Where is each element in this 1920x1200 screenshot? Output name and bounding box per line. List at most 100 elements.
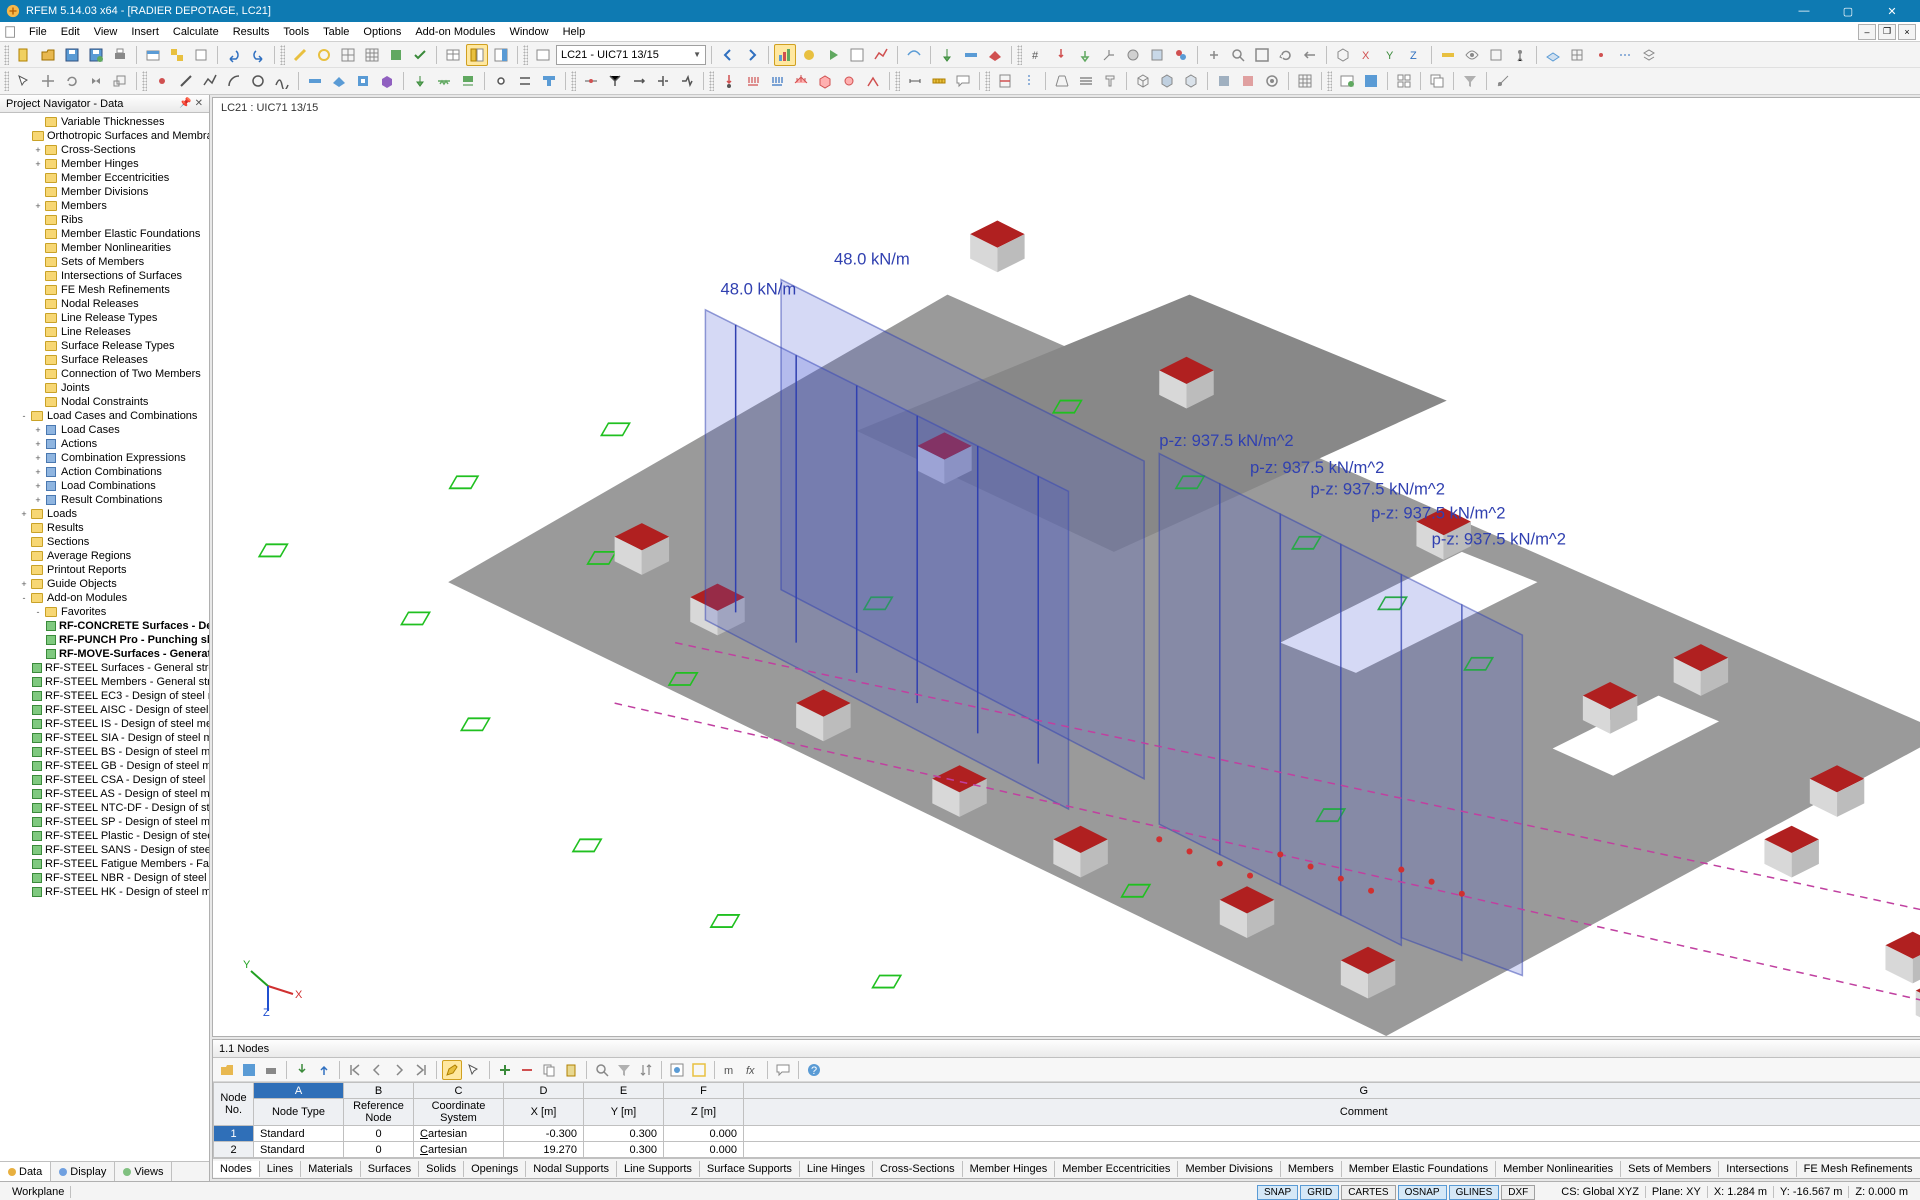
menu-edit[interactable]: Edit [54, 24, 87, 40]
deformation-button[interactable] [903, 44, 925, 66]
select-button[interactable] [13, 70, 35, 92]
expand-icon[interactable]: + [32, 467, 44, 477]
table-find-button[interactable] [592, 1060, 612, 1080]
new-rib-button[interactable] [538, 70, 560, 92]
status-toggle-snap[interactable]: SNAP [1257, 1185, 1298, 1200]
tree-item[interactable]: Member Divisions [0, 185, 209, 199]
tree-item[interactable]: Variable Thicknesses [0, 115, 209, 129]
table-tab[interactable]: Cross-Sections [873, 1161, 963, 1177]
tree-item[interactable]: RF-STEEL Plastic - Design of steel memb [0, 829, 209, 843]
tree-item[interactable]: FE Mesh Refinements [0, 283, 209, 297]
menu-tools[interactable]: Tools [276, 24, 316, 40]
col-letter-g[interactable]: G [744, 1083, 1920, 1099]
camera-fly-button[interactable] [1492, 70, 1514, 92]
fe-mesh-display-button[interactable] [1294, 70, 1316, 92]
table-prev-button[interactable] [367, 1060, 387, 1080]
cell-comment[interactable] [744, 1126, 1920, 1142]
table-tab[interactable]: Member Divisions [1178, 1161, 1280, 1177]
table-row[interactable]: 2 Standard 0 Cartesian 19.270 0.300 0.00… [214, 1142, 1920, 1158]
col-reference-node[interactable]: ReferenceNode [344, 1099, 414, 1126]
cross-section-outline-button[interactable] [1099, 70, 1121, 92]
menu-view[interactable]: View [87, 24, 125, 40]
loadcase-dialog-button[interactable] [532, 44, 554, 66]
tree-item[interactable]: Sections [0, 535, 209, 549]
show-panel-button[interactable] [490, 44, 512, 66]
expand-icon[interactable]: + [32, 439, 44, 449]
fe-mesh-settings-button[interactable] [337, 44, 359, 66]
view-z-button[interactable]: Z [1404, 44, 1426, 66]
new-member-load-button[interactable] [766, 70, 788, 92]
redo-button[interactable] [247, 44, 269, 66]
table-tab[interactable]: Member Nonlinearities [1496, 1161, 1621, 1177]
status-toggle-cartes[interactable]: CARTES [1341, 1185, 1395, 1200]
prev-loadcase-button[interactable] [717, 44, 739, 66]
show-navigator-button[interactable] [466, 44, 488, 66]
toolbar-grip[interactable] [895, 71, 900, 91]
table-print-button[interactable] [261, 1060, 281, 1080]
tree-item[interactable]: Results [0, 521, 209, 535]
transparency-button[interactable] [1146, 44, 1168, 66]
tree-item[interactable]: RF-CONCRETE Surfaces - Design of [0, 619, 209, 633]
mdi-minimize-button[interactable]: – [1858, 24, 1876, 40]
table-help-button[interactable]: ? [804, 1060, 824, 1080]
colors-button[interactable] [1170, 44, 1192, 66]
expand-icon[interactable]: + [18, 509, 30, 519]
navigator-tree[interactable]: Variable ThicknessesOrthotropic Surfaces… [0, 113, 209, 1161]
toolbar-grip[interactable] [4, 45, 9, 65]
tree-item[interactable]: RF-MOVE-Surfaces - Generation of [0, 647, 209, 661]
display-properties-button[interactable] [1261, 70, 1283, 92]
row-number[interactable]: 1 [214, 1126, 254, 1142]
tree-item[interactable]: RF-STEEL Surfaces - General stress analy [0, 661, 209, 675]
toolbar-grip[interactable] [523, 45, 528, 65]
calculate-button[interactable] [289, 44, 311, 66]
solid-transparent-button[interactable] [1180, 70, 1202, 92]
new-node-button[interactable] [151, 70, 173, 92]
expand-icon[interactable]: + [32, 159, 44, 169]
new-surface-support-button[interactable] [457, 70, 479, 92]
expand-icon[interactable]: + [32, 145, 44, 155]
table-save-button[interactable] [239, 1060, 259, 1080]
calculation-parameters-button[interactable] [313, 44, 335, 66]
col-letter-e[interactable]: E [584, 1083, 664, 1099]
menu-table[interactable]: Table [316, 24, 356, 40]
guidelines-button[interactable] [1614, 44, 1636, 66]
show-numbering-button[interactable]: # [1026, 44, 1048, 66]
cell-x[interactable]: 19.270 [504, 1142, 584, 1158]
plausibility-check-button[interactable] [409, 44, 431, 66]
minimize-button[interactable]: — [1782, 0, 1826, 22]
tree-item[interactable]: Nodal Constraints [0, 395, 209, 409]
table-last-button[interactable] [411, 1060, 431, 1080]
data-table[interactable]: NodeNo. A B C D E F G Node Type Referenc… [213, 1082, 1920, 1158]
results-navigator-button[interactable] [798, 44, 820, 66]
tree-item[interactable]: Member Nonlinearities [0, 241, 209, 255]
nav-tab-display[interactable]: Display [51, 1162, 115, 1181]
table-tab[interactable]: Materials [301, 1161, 361, 1177]
col-letter-c[interactable]: C [414, 1083, 504, 1099]
col-x[interactable]: X [m] [504, 1099, 584, 1126]
tree-item[interactable]: RF-STEEL SP - Design of steel members [0, 815, 209, 829]
tree-item[interactable]: RF-STEEL GB - Design of steel members [0, 759, 209, 773]
table-next-button[interactable] [389, 1060, 409, 1080]
nav-tab-data[interactable]: Data [0, 1162, 51, 1181]
col-letter-f[interactable]: F [664, 1083, 744, 1099]
col-node-type[interactable]: Node Type [254, 1099, 344, 1126]
toolbar-grip[interactable] [4, 71, 9, 91]
expand-icon[interactable]: + [32, 201, 44, 211]
cell-x[interactable]: -0.300 [504, 1126, 584, 1142]
new-line-support-button[interactable] [433, 70, 455, 92]
cell-coord-system[interactable]: Cartesian [414, 1142, 504, 1158]
divide-line-button[interactable] [580, 70, 602, 92]
display-loading-button[interactable] [1237, 70, 1259, 92]
status-toggle-osnap[interactable]: OSNAP [1398, 1185, 1447, 1200]
connect-lines-button[interactable] [604, 70, 626, 92]
table-tab[interactable]: Nodes [213, 1161, 260, 1177]
tree-item[interactable]: Ribs [0, 213, 209, 227]
show-supports-button[interactable] [1074, 44, 1096, 66]
tree-item[interactable]: +Load Combinations [0, 479, 209, 493]
tree-item[interactable]: Nodal Releases [0, 297, 209, 311]
table-tab[interactable]: Members [1281, 1161, 1342, 1177]
rendering-button[interactable] [1122, 44, 1144, 66]
zoom-window-button[interactable] [1227, 44, 1249, 66]
status-toggle-grid[interactable]: GRID [1300, 1185, 1339, 1200]
extend-line-button[interactable] [628, 70, 650, 92]
